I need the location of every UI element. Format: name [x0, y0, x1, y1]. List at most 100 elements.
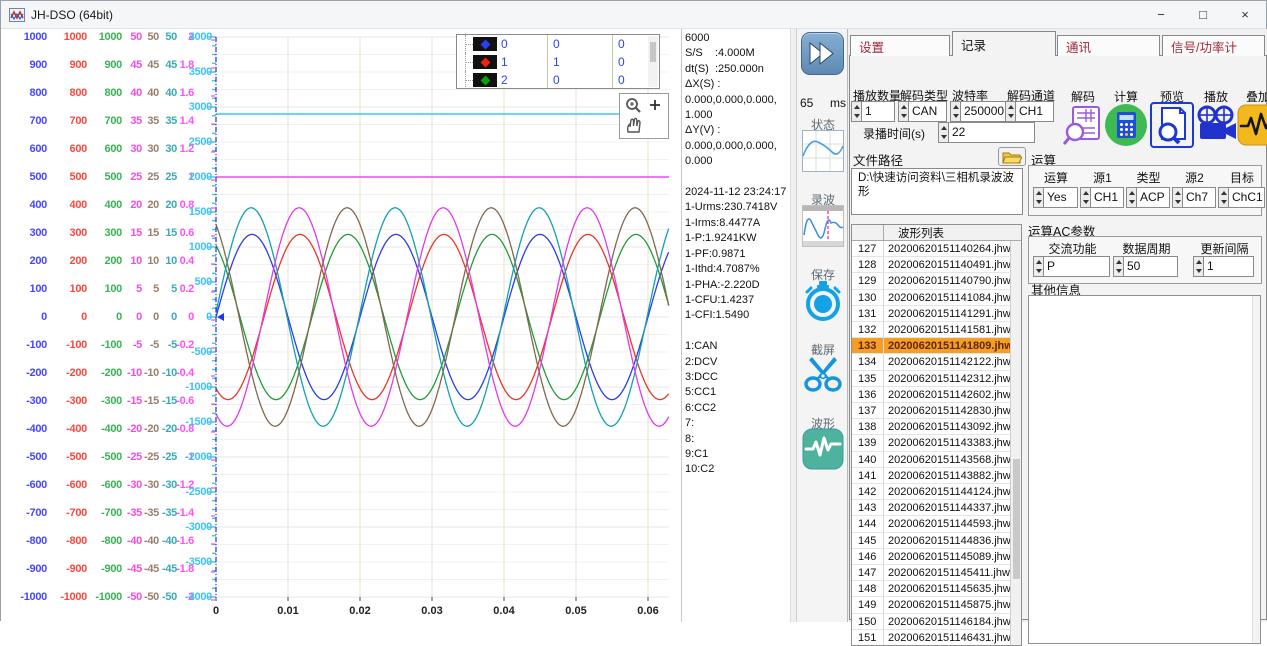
- record-time-spinner[interactable]: [938, 122, 949, 143]
- ac-input-3-value[interactable]: 1: [1204, 256, 1254, 277]
- file-list-row[interactable]: 14220200620151144124.jhw: [852, 484, 1011, 500]
- file-list-row[interactable]: 12920200620151140790.jhw: [852, 273, 1011, 289]
- file-list-row[interactable]: 15020200620151146184.jhw: [852, 614, 1011, 630]
- legend-row[interactable]: 200: [457, 71, 659, 89]
- maximize-icon[interactable]: □: [1182, 1, 1224, 28]
- file-list-row[interactable]: 15120200620151146431.jhw: [852, 630, 1011, 646]
- field-input-3-value[interactable]: 250000: [961, 101, 1008, 122]
- file-list-row[interactable]: 14420200620151144593.jhw: [852, 516, 1011, 532]
- field-input-2-up-arrow-icon[interactable]: [899, 102, 908, 112]
- legend-row[interactable]: 110: [457, 53, 659, 71]
- file-list-row[interactable]: 13520200620151142312.jhw: [852, 371, 1011, 387]
- file-list-row[interactable]: 14520200620151144836.jhw: [852, 533, 1011, 549]
- other-info-scrollbar[interactable]: [1252, 296, 1260, 643]
- tab-2[interactable]: 记录: [952, 31, 1056, 56]
- file-list-row[interactable]: 14120200620151143882.jhw: [852, 468, 1011, 484]
- file-list-row[interactable]: 13620200620151142602.jhw: [852, 387, 1011, 403]
- ac-input-2-spinner[interactable]: [1113, 256, 1124, 277]
- record-time-value[interactable]: 22: [949, 122, 1035, 143]
- field-input-2-spinner[interactable]: [898, 101, 909, 122]
- record-time-up-arrow-icon[interactable]: [939, 123, 948, 133]
- close-icon[interactable]: ×: [1224, 1, 1266, 28]
- op-input-2-spinner[interactable]: [1080, 187, 1091, 208]
- file-list-row[interactable]: 14320200620151144337.jhw: [852, 500, 1011, 516]
- field-input-3-up-arrow-icon[interactable]: [951, 102, 960, 112]
- file-list-row[interactable]: 13820200620151143092.jhw: [852, 419, 1011, 435]
- op-input-5-down-arrow-icon[interactable]: [1219, 198, 1228, 208]
- file-path-input[interactable]: D:\快速访问资料\三相机录波波形: [851, 168, 1023, 215]
- field-input-3-spinner[interactable]: [950, 101, 961, 122]
- action-button-overlay[interactable]: [1236, 102, 1267, 148]
- ac-input-1-spinner[interactable]: [1033, 256, 1044, 277]
- file-list-row[interactable]: 14020200620151143568.jhw: [852, 452, 1011, 468]
- plot-legend[interactable]: 000110200300: [456, 34, 660, 89]
- op-input-5-up-arrow-icon[interactable]: [1219, 188, 1228, 198]
- file-list-row[interactable]: 13220200620151141581.jhw: [852, 322, 1011, 338]
- op-input-2-down-arrow-icon[interactable]: [1081, 198, 1090, 208]
- op-input-5-value[interactable]: ChC1: [1229, 187, 1265, 208]
- ac-input-3-down-arrow-icon[interactable]: [1194, 267, 1203, 277]
- file-list-row[interactable]: 13720200620151142830.jhw: [852, 403, 1011, 419]
- file-list-row[interactable]: 13020200620151141084.jhw: [852, 290, 1011, 306]
- field-input-1-down-arrow-icon[interactable]: [852, 112, 861, 122]
- ac-input-2-up-arrow-icon[interactable]: [1114, 257, 1123, 267]
- file-list-row[interactable]: 13920200620151143383.jhw: [852, 435, 1011, 451]
- ac-input-1-value[interactable]: P: [1044, 256, 1110, 277]
- field-input-1-value[interactable]: 1: [862, 101, 895, 122]
- field-input-3-down-arrow-icon[interactable]: [951, 112, 960, 122]
- file-list-row[interactable]: 14620200620151145089.jhw: [852, 549, 1011, 565]
- tool-button-scissors[interactable]: [802, 353, 844, 395]
- field-input-2-value[interactable]: CAN: [909, 101, 947, 122]
- op-input-4-down-arrow-icon[interactable]: [1173, 198, 1182, 208]
- tab-4[interactable]: 信号/功率计: [1162, 35, 1265, 56]
- legend-scrollbar[interactable]: [648, 36, 658, 87]
- file-list-scrollbar[interactable]: [1010, 241, 1021, 645]
- field-input-1-up-arrow-icon[interactable]: [852, 102, 861, 112]
- op-input-3-down-arrow-icon[interactable]: [1127, 198, 1136, 208]
- tool-button-status-wave[interactable]: [802, 130, 844, 172]
- op-input-2-value[interactable]: CH1: [1091, 187, 1124, 208]
- tab-3[interactable]: 通讯: [1057, 35, 1160, 56]
- record-time-down-arrow-icon[interactable]: [939, 133, 948, 143]
- op-input-4-value[interactable]: Ch7: [1183, 187, 1216, 208]
- field-input-4-up-arrow-icon[interactable]: [1006, 102, 1015, 112]
- file-list-row[interactable]: 14820200620151145635.jhw: [852, 581, 1011, 597]
- field-input-4-spinner[interactable]: [1005, 101, 1016, 122]
- field-input-4-value[interactable]: CH1: [1016, 101, 1054, 122]
- ac-input-3-up-arrow-icon[interactable]: [1194, 257, 1203, 267]
- legend-plot-marker[interactable]: [473, 73, 497, 87]
- minimize-icon[interactable]: −: [1140, 1, 1182, 28]
- legend-row[interactable]: 000: [457, 35, 659, 53]
- field-input-1-spinner[interactable]: [851, 101, 862, 122]
- file-list-row[interactable]: 14920200620151145875.jhw: [852, 597, 1011, 613]
- file-list-row[interactable]: 13420200620151142122.jhw: [852, 354, 1011, 370]
- op-input-2-up-arrow-icon[interactable]: [1081, 188, 1090, 198]
- op-input-3-up-arrow-icon[interactable]: [1127, 188, 1136, 198]
- op-input-1-up-arrow-icon[interactable]: [1034, 188, 1043, 198]
- ac-input-2-down-arrow-icon[interactable]: [1114, 267, 1123, 277]
- action-button-calculator[interactable]: [1104, 102, 1148, 148]
- file-list-scroll-thumb[interactable]: [1013, 459, 1020, 579]
- ac-input-1-down-arrow-icon[interactable]: [1034, 267, 1043, 277]
- file-list-row[interactable]: 12820200620151140491.jhw: [852, 257, 1011, 273]
- op-input-5-spinner[interactable]: [1218, 187, 1229, 208]
- op-input-3-value[interactable]: ACP: [1137, 187, 1170, 208]
- action-button-preview[interactable]: [1150, 102, 1194, 148]
- legend-scroll-thumb[interactable]: [650, 42, 656, 62]
- ac-input-3-spinner[interactable]: [1193, 256, 1204, 277]
- op-input-4-up-arrow-icon[interactable]: [1173, 188, 1182, 198]
- field-input-4-down-arrow-icon[interactable]: [1006, 112, 1015, 122]
- fast-forward-button[interactable]: [801, 32, 844, 75]
- op-input-1-down-arrow-icon[interactable]: [1034, 198, 1043, 208]
- op-input-1-value[interactable]: Yes: [1044, 187, 1078, 208]
- legend-plot-marker[interactable]: [473, 37, 497, 51]
- ac-input-1-up-arrow-icon[interactable]: [1034, 257, 1043, 267]
- tool-button-record-wave[interactable]: [802, 205, 844, 247]
- op-input-4-spinner[interactable]: [1172, 187, 1183, 208]
- field-input-2-down-arrow-icon[interactable]: [899, 112, 908, 122]
- action-button-camera[interactable]: [1194, 102, 1238, 148]
- ac-input-2-value[interactable]: 50: [1124, 256, 1178, 277]
- action-button-decode[interactable]: [1061, 102, 1105, 148]
- tool-button-stopwatch[interactable]: [802, 279, 844, 321]
- op-input-1-spinner[interactable]: [1033, 187, 1044, 208]
